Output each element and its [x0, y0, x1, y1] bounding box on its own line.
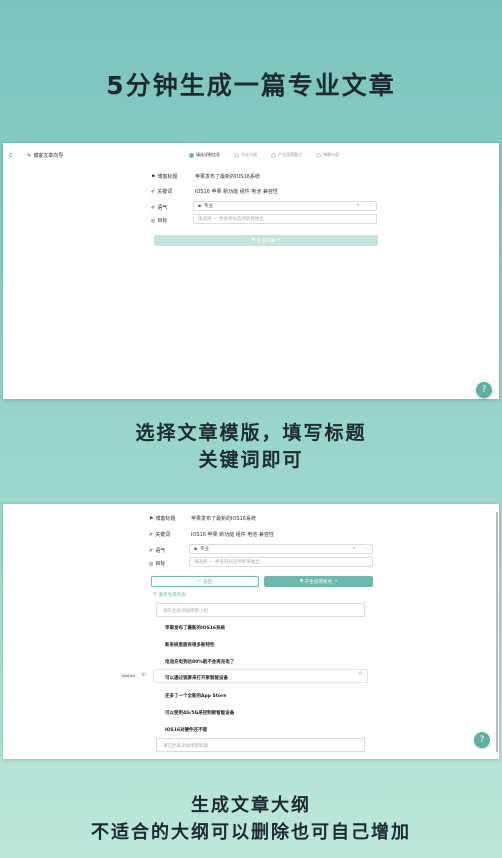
scrollbar[interactable] [496, 512, 498, 752]
arrow-right-icon: → [332, 579, 338, 584]
outline-item[interactable]: IOS16对硬件还不错 [165, 727, 207, 733]
title-field[interactable]: 苹果发布了最新的IOS16系统 [191, 515, 256, 522]
caption-2: 生成文章大纲 不适合的大纲可以删除也可自己增加 [0, 792, 502, 846]
caption-2-line-1: 生成文章大纲 [191, 795, 311, 816]
tone-select[interactable]: ▪ 专业 × ⌄ [189, 544, 373, 554]
app-header: ✎ 博客文章向导 [27, 152, 64, 160]
tone-label: ✐ 语气 [149, 547, 166, 555]
outline-item[interactable]: 新系统里面有很多新特性 [165, 642, 215, 648]
step-4[interactable]: 博客内容 [316, 152, 339, 158]
caption-1: 选择文章模版，填写标题 关键词即可 [0, 420, 502, 474]
help-button[interactable]: ? [476, 382, 492, 398]
clear-icon[interactable]: × [352, 546, 356, 551]
app-title: 博客文章向导 [33, 153, 64, 159]
screenshot-panel-step1: C ✎ 博客文章向导 填选详细信息 生成大纲 产生段落要点 博客内容 ⚑ 博客标题… [3, 143, 499, 399]
step-dot-icon [234, 152, 239, 158]
regenerate-link[interactable]: ⟲ 重新生成列表 [153, 592, 186, 598]
keywords-label: ✐ 关键词 [151, 188, 173, 196]
pencil-icon: ✐ [151, 188, 156, 195]
goal-label: ◎ 目标 [151, 217, 168, 225]
flag-icon: ⚑ [151, 173, 156, 180]
outline-bottom-input[interactable]: 请在此处添加博客标题 [156, 738, 365, 752]
goal-select[interactable]: 请选择 — 更多目标选项即将推出 [189, 557, 373, 567]
caption-1-line-1: 选择文章模版，填写标题 [135, 422, 367, 444]
tone-select[interactable]: ▪ 专业 × ⌄ [193, 201, 377, 211]
generate-points-button[interactable]: ✱ 产生段落要点 → [264, 576, 373, 587]
caption-2-line-2: 不适合的大纲可以删除也可自己增加 [91, 822, 411, 843]
flag-icon: ⚑ [149, 515, 154, 522]
pencil-icon: ✐ [149, 531, 154, 538]
help-button[interactable]: ? [474, 732, 490, 748]
clear-icon[interactable]: × [356, 203, 360, 208]
goal-select[interactable]: 请选择 — 更多目标选项即将推出 [193, 214, 377, 224]
arrow-right-icon: → [275, 238, 281, 243]
chevron-down-icon[interactable]: ⌄ [368, 203, 372, 208]
section-tag: Section [120, 673, 138, 679]
step-1[interactable]: 填选详细信息 [189, 152, 220, 158]
title-field[interactable]: 苹果发布了最新的IOS16系统 [195, 173, 260, 180]
briefcase-icon: ▪ [194, 546, 198, 552]
outline-add-input[interactable]: 请在此处添加博客小组 [156, 603, 365, 617]
headline: 5分钟生成一篇专业文章 [106, 71, 396, 100]
generate-outline-button[interactable]: ✱ 生成大纲 → [154, 235, 378, 246]
target-icon: ◎ [151, 217, 156, 224]
tone-label: ✐ 语气 [151, 204, 168, 212]
pencil-icon: ✐ [151, 204, 156, 211]
chevron-down-icon[interactable]: ⌄ [364, 546, 368, 551]
outline-item[interactable]: 苹果发布了最新的IOS16系统 [165, 625, 225, 631]
step-2[interactable]: 生成大纲 [234, 152, 257, 158]
outline-item[interactable]: 电池充电到达80%就不会再充电了 [165, 659, 234, 665]
keywords-label: ✐ 关键词 [149, 531, 171, 539]
step-dot-icon [189, 152, 194, 158]
step-3[interactable]: 产生段落要点 [271, 152, 302, 158]
keywords-field[interactable]: IOS16 苹果 新功能 组件 电池 兼容性 [191, 531, 274, 538]
pencil-icon: ✐ [149, 547, 154, 554]
title-label: ⚑ 博客标题 [151, 173, 178, 181]
step-dot-icon [271, 152, 276, 158]
refresh-icon: ⟲ [153, 592, 157, 597]
back-button[interactable]: ← 返回 [151, 576, 259, 587]
briefcase-icon: ▪ [198, 203, 202, 209]
caption-1-line-2: 关键词即可 [198, 449, 304, 471]
drag-handle-icon[interactable]: ⊕⁝ [141, 672, 147, 678]
goal-label: ◎ 目标 [149, 560, 166, 568]
outline-item[interactable]: 还多了一个全新的App Store [165, 693, 226, 699]
pen-icon: ✎ [27, 152, 32, 159]
target-icon: ◎ [149, 560, 154, 567]
app-logo: C [9, 153, 13, 159]
delete-icon[interactable]: ⊖ [358, 671, 362, 677]
outline-item[interactable]: 可以通过锁屏来打开家智能设备 [165, 675, 228, 681]
step-dot-icon [316, 152, 321, 158]
wizard-steps: 填选详细信息 生成大纲 产生段落要点 博客内容 [189, 152, 339, 158]
screenshot-panel-step2: ⚑ 博客标题 苹果发布了最新的IOS16系统 ✐ 关键词 IOS16 苹果 新功能 … [3, 504, 499, 759]
outline-item[interactable]: 可以使用4G/5G来控制家智能设备 [165, 710, 234, 716]
keywords-field[interactable]: IOS16 苹果 新功能 组件 电池 兼容性 [195, 188, 278, 195]
title-label: ⚑ 博客标题 [149, 515, 176, 523]
